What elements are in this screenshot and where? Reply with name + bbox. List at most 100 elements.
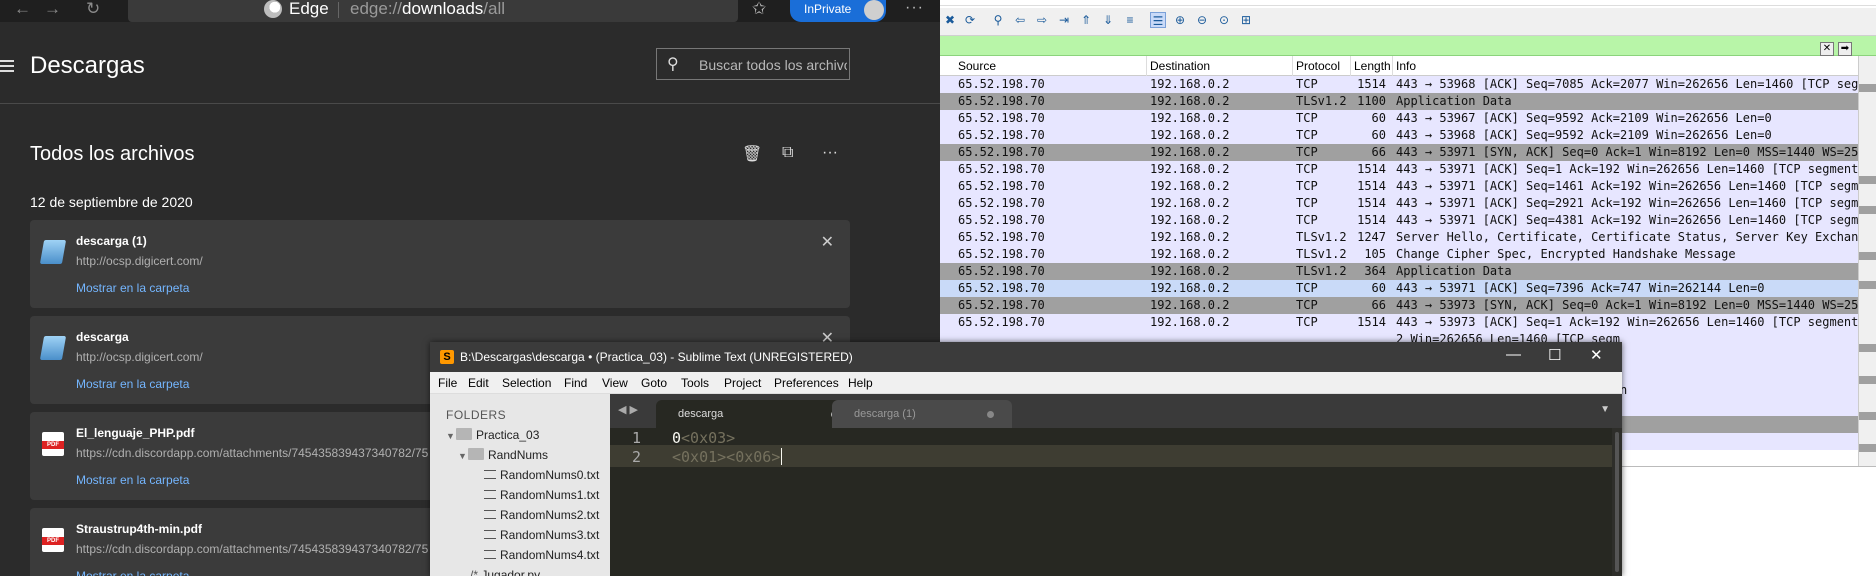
table-row[interactable]: 65.52.198.70 192.168.0.2 TLSv1.2 364 Applica… [940,263,1858,280]
cell-info: 443 → 53971 [ACK] Seq=1 Ack=192 Win=2626… [1396,162,1858,176]
menu-tools[interactable]: Tools [681,376,709,390]
display-filter-input[interactable]: ✕ ➡ [940,36,1876,56]
table-row[interactable]: 65.52.198.70 192.168.0.2 TCP 1514 443 → 5397… [940,195,1858,212]
menu-file[interactable]: File [438,376,457,390]
file-item[interactable]: RandomNums3.txt [484,528,599,542]
menu-preferences[interactable]: Preferences [774,376,839,390]
favorites-icon[interactable]: ✩ [752,0,766,18]
menu-find[interactable]: Find [564,376,587,390]
file-item[interactable]: /* Jugador.py [470,568,540,576]
table-row[interactable]: 65.52.198.70 192.168.0.2 TLSv1.2 1100 Applic… [940,93,1858,110]
more-actions-icon[interactable]: ··· [822,144,838,162]
download-name[interactable]: Straustrup4th-min.pdf [76,522,202,536]
go-forward-icon[interactable]: ⇨ [1034,12,1050,28]
column-destination[interactable]: Destination [1150,59,1210,73]
window-title: B:\Descargas\descarga • (Practica_03) - … [460,350,853,364]
editor-scrollbar[interactable] [1612,428,1622,576]
forward-icon[interactable]: → [44,0,61,18]
file-item[interactable]: RandomNums0.txt [484,468,599,482]
file-item[interactable]: RandomNums4.txt [484,548,599,562]
cell-src: 65.52.198.70 [958,281,1045,295]
table-row[interactable]: 65.52.198.70 192.168.0.2 TCP 1514 443 → 5396… [940,76,1858,93]
column-info[interactable]: Info [1396,59,1416,73]
sublime-title-bar[interactable]: S B:\Descargas\descarga • (Practica_03) … [430,342,1622,372]
table-row[interactable]: 65.52.198.70 192.168.0.2 TCP 1514 443 → 5397… [940,161,1858,178]
wireshark-menu-bar [940,0,1876,6]
delete-icon[interactable]: 🗑 [742,144,762,164]
close-capture-icon[interactable]: ✖ [942,12,958,28]
clear-filter-icon[interactable]: ✕ [1820,42,1834,56]
maximize-icon[interactable]: ☐ [1548,346,1561,364]
table-row[interactable]: 65.52.198.70 192.168.0.2 TCP 60 443 → 53971 … [940,280,1858,297]
close-icon[interactable]: ✕ [821,232,834,252]
find-icon[interactable]: ⚲ [990,12,1006,28]
unsaved-dot-icon[interactable] [987,411,994,418]
show-in-folder-link[interactable]: Mostrar en la carpeta [76,473,189,487]
show-in-folder-link[interactable]: Mostrar en la carpeta [76,569,189,576]
menu-goto[interactable]: Goto [641,376,667,390]
cell-dst: 192.168.0.2 [1150,145,1230,159]
menu-help[interactable]: Help [848,376,873,390]
table-row[interactable]: 65.52.198.70 192.168.0.2 TCP 60 443 → 53968 … [940,127,1858,144]
download-item[interactable]: descarga (1) http://ocsp.digicert.com/ M… [30,220,850,308]
inprivate-button[interactable]: InPrivate [790,0,886,22]
file-item[interactable]: RandomNums2.txt [484,508,599,522]
apply-filter-icon[interactable]: ➡ [1838,42,1852,56]
last-packet-icon[interactable]: ⇓ [1100,12,1116,28]
go-to-packet-icon[interactable]: ⇥ [1056,12,1072,28]
first-packet-icon[interactable]: ⇑ [1078,12,1094,28]
show-in-folder-link[interactable]: Mostrar en la carpeta [76,377,189,391]
menu-view[interactable]: View [602,376,628,390]
table-row[interactable]: 65.52.198.70 192.168.0.2 TLSv1.2 105 Change … [940,246,1858,263]
column-length[interactable]: Length [1354,59,1391,73]
download-name[interactable]: El_lenguaje_PHP.pdf [76,426,194,440]
folder-practica[interactable]: ▼ Practica_03 [446,428,539,442]
cell-info: 443 → 53971 [ACK] Seq=1461 Ack=192 Win=2… [1396,179,1858,193]
code-line[interactable]: 0<0x03> [672,429,735,447]
go-back-icon[interactable]: ⇦ [1012,12,1028,28]
minimize-icon[interactable]: — [1506,346,1521,363]
reload-icon[interactable]: ⟳ [962,12,978,28]
table-row[interactable]: 65.52.198.70 192.168.0.2 TLSv1.2 1247 Server… [940,229,1858,246]
tab-nav-arrows-icon[interactable]: ◀ ▶ [618,403,638,416]
menu-icon[interactable] [0,60,14,75]
download-name[interactable]: descarga [76,330,129,344]
table-row[interactable]: 65.52.198.70 192.168.0.2 TCP 1514 443 → 5397… [940,212,1858,229]
table-row[interactable]: 65.52.198.70 192.168.0.2 TCP 60 443 → 53967 … [940,110,1858,127]
code-line[interactable]: <0x01><0x06> [672,448,783,466]
packet-list-scrollbar[interactable] [1858,56,1876,466]
refresh-icon[interactable]: ↻ [86,0,100,18]
show-in-folder-link[interactable]: Mostrar en la carpeta [76,281,189,295]
resize-columns-icon[interactable]: ⊞ [1238,12,1254,28]
autoscroll-icon[interactable]: ≡ [1122,12,1138,28]
address-bar[interactable]: Edge edge://downloads/all ☆ [128,0,849,22]
table-row[interactable]: 65.52.198.70 192.168.0.2 TCP 66 443 → 53973 … [940,297,1858,314]
open-folder-icon[interactable]: ⧉ [782,144,793,162]
search-input[interactable]: ⚲ Buscar todos los archivos [656,48,850,80]
normal-size-icon[interactable]: ⊙ [1216,12,1232,28]
file-item[interactable]: RandomNums1.txt [484,488,599,502]
table-row[interactable]: 65.52.198.70 192.168.0.2 TCP 1514 443 → 5397… [940,178,1858,195]
close-icon[interactable]: ✕ [1590,346,1603,364]
column-source[interactable]: Source [958,59,996,73]
folder-randnums[interactable]: ▼ RandNums [458,448,548,462]
tab-dropdown-icon[interactable]: ▼ [1600,404,1610,415]
table-row[interactable]: 65.52.198.70 192.168.0.2 TCP 66 443 → 53971 … [940,144,1858,161]
column-protocol[interactable]: Protocol [1296,59,1340,73]
menu-selection[interactable]: Selection [502,376,551,390]
pdf-file-icon: PDF [42,528,64,552]
colorize-icon[interactable]: ☰ [1150,12,1166,28]
tab-descarga[interactable]: descarga [656,400,856,428]
zoom-out-icon[interactable]: ⊖ [1194,12,1210,28]
code-view[interactable]: 1 0<0x03> 2 <0x01><0x06> [610,428,1622,576]
tab-descarga-1[interactable]: descarga (1) [832,400,1012,428]
zoom-in-icon[interactable]: ⊕ [1172,12,1188,28]
more-options-icon[interactable]: ··· [905,0,924,16]
download-name[interactable]: descarga (1) [76,234,147,248]
menu-project[interactable]: Project [724,376,761,390]
back-icon[interactable]: ← [14,0,31,18]
table-row[interactable]: 65.52.198.70 192.168.0.2 TCP 1514 443 → 5397… [940,314,1858,331]
url-text[interactable]: edge://downloads/all [350,0,505,18]
date-label: 12 de septiembre de 2020 [30,194,193,210]
menu-edit[interactable]: Edit [468,376,489,390]
